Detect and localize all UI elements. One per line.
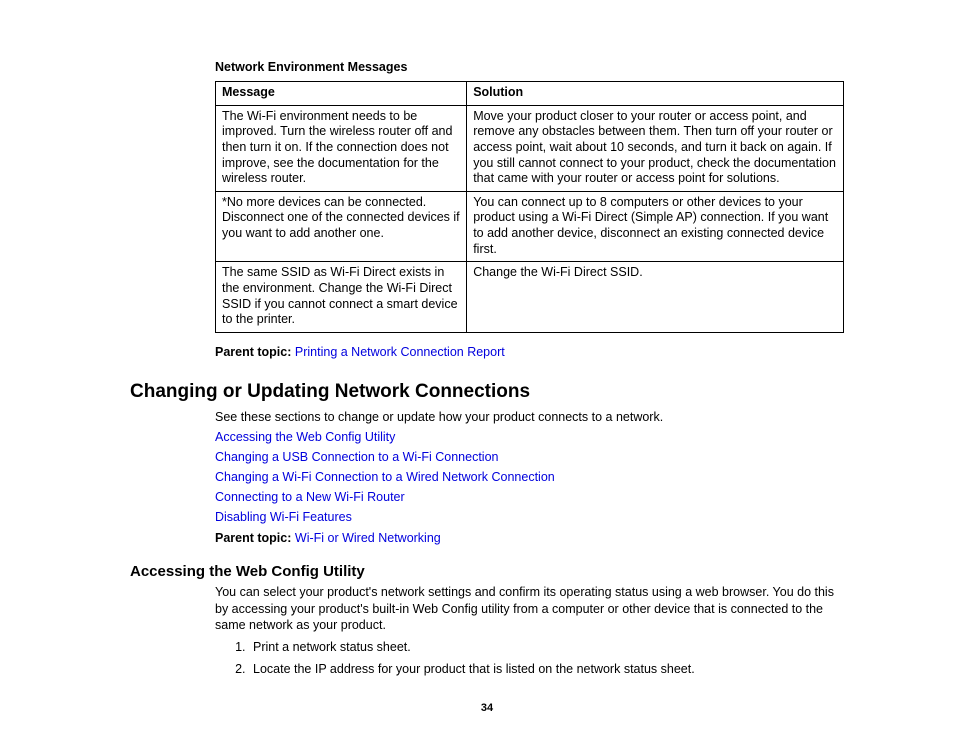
section-body: See these sections to change or update h… bbox=[215, 409, 844, 546]
messages-table: Message Solution The Wi-Fi environment n… bbox=[215, 81, 844, 333]
parent-topic-link[interactable]: Wi-Fi or Wired Networking bbox=[295, 531, 441, 545]
table-block: Network Environment Messages Message Sol… bbox=[215, 60, 844, 359]
topic-link[interactable]: Changing a Wi-Fi Connection to a Wired N… bbox=[215, 469, 844, 486]
table-header-row: Message Solution bbox=[216, 82, 844, 106]
topic-link[interactable]: Connecting to a New Wi-Fi Router bbox=[215, 489, 844, 506]
topic-link[interactable]: Accessing the Web Config Utility bbox=[215, 429, 844, 446]
parent-topic: Parent topic: Wi-Fi or Wired Networking bbox=[215, 531, 844, 545]
parent-topic: Parent topic: Printing a Network Connect… bbox=[215, 345, 844, 359]
document-page: Network Environment Messages Message Sol… bbox=[0, 0, 954, 754]
column-header-message: Message bbox=[216, 82, 467, 106]
topic-link[interactable]: Disabling Wi-Fi Features bbox=[215, 509, 844, 526]
section-heading: Changing or Updating Network Connections bbox=[130, 381, 844, 403]
table-row: The Wi-Fi environment needs to be improv… bbox=[216, 105, 844, 191]
topic-link[interactable]: Changing a USB Connection to a Wi-Fi Con… bbox=[215, 449, 844, 466]
page-number: 34 bbox=[130, 702, 844, 714]
parent-topic-link[interactable]: Printing a Network Connection Report bbox=[295, 345, 505, 359]
subsection-body: You can select your product's network se… bbox=[215, 584, 844, 678]
table-row: The same SSID as Wi-Fi Direct exists in … bbox=[216, 262, 844, 333]
subsection-heading: Accessing the Web Config Utility bbox=[130, 563, 844, 580]
cell-solution: You can connect up to 8 computers or oth… bbox=[467, 191, 844, 262]
cell-message: The same SSID as Wi-Fi Direct exists in … bbox=[216, 262, 467, 333]
cell-message: The Wi-Fi environment needs to be improv… bbox=[216, 105, 467, 191]
parent-topic-label: Parent topic: bbox=[215, 345, 291, 359]
table-row: *No more devices can be connected. Disco… bbox=[216, 191, 844, 262]
steps-list: Print a network status sheet. Locate the… bbox=[215, 639, 844, 678]
section-intro: See these sections to change or update h… bbox=[215, 409, 844, 425]
step-item: Print a network status sheet. bbox=[249, 639, 844, 656]
parent-topic-label: Parent topic: bbox=[215, 531, 291, 545]
step-item: Locate the IP address for your product t… bbox=[249, 661, 844, 678]
column-header-solution: Solution bbox=[467, 82, 844, 106]
link-list: Accessing the Web Config Utility Changin… bbox=[215, 429, 844, 525]
table-title: Network Environment Messages bbox=[215, 60, 844, 74]
cell-solution: Move your product closer to your router … bbox=[467, 105, 844, 191]
subsection-text: You can select your product's network se… bbox=[215, 584, 844, 633]
cell-solution: Change the Wi-Fi Direct SSID. bbox=[467, 262, 844, 333]
cell-message: *No more devices can be connected. Disco… bbox=[216, 191, 467, 262]
